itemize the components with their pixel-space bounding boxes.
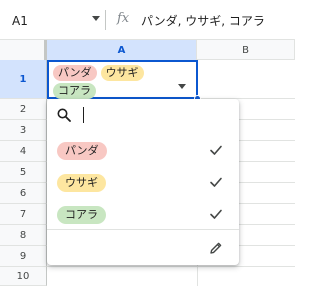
search-input[interactable] bbox=[81, 107, 221, 125]
chip-usagi: ウサギ bbox=[100, 65, 144, 81]
formula-input[interactable]: パンダ, ウサギ, コアラ bbox=[141, 12, 265, 29]
column-header-b[interactable]: B bbox=[197, 40, 295, 60]
option-chip-label: パンダ bbox=[57, 142, 107, 160]
formula-bar: A1 fx パンダ, ウサギ, コアラ bbox=[0, 0, 295, 40]
fx-icon: fx bbox=[117, 11, 130, 26]
row-header-2[interactable]: 2 bbox=[0, 99, 47, 120]
row-headers: 1 2 3 4 5 6 7 8 9 10 bbox=[0, 60, 47, 286]
select-all-corner[interactable] bbox=[0, 40, 47, 60]
cell-reference: A1 bbox=[12, 14, 28, 28]
row-header-4[interactable]: 4 bbox=[0, 141, 47, 162]
row-header-3[interactable]: 3 bbox=[0, 120, 47, 141]
cell-a1[interactable]: パンダ ウサギ コアラ bbox=[47, 60, 198, 99]
option-chip-label: コアラ bbox=[57, 206, 106, 224]
dropdown-search bbox=[47, 99, 239, 131]
option-panda[interactable]: パンダ bbox=[47, 134, 239, 166]
option-chip-label: ウサギ bbox=[57, 174, 106, 192]
check-icon bbox=[210, 177, 222, 187]
name-box[interactable]: A1 bbox=[12, 11, 100, 31]
check-icon bbox=[210, 145, 222, 155]
row-header-5[interactable]: 5 bbox=[0, 162, 47, 183]
dropdown-chevron-down-icon[interactable] bbox=[178, 84, 186, 89]
dropdown-divider bbox=[47, 229, 239, 230]
cell-chips: パンダ ウサギ コアラ bbox=[53, 65, 173, 99]
formula-bar-divider bbox=[105, 10, 106, 30]
column-headers: A B bbox=[0, 40, 295, 60]
row-header-10[interactable]: 10 bbox=[0, 267, 47, 286]
check-icon bbox=[210, 209, 222, 219]
chip-koala: コアラ bbox=[53, 83, 96, 99]
pencil-icon[interactable] bbox=[209, 241, 223, 255]
text-cursor bbox=[83, 107, 84, 123]
row-header-6[interactable]: 6 bbox=[0, 183, 47, 204]
search-icon bbox=[57, 108, 71, 122]
name-box-chevron-down-icon[interactable] bbox=[92, 16, 100, 21]
chip-panda: パンダ bbox=[53, 65, 97, 81]
row-header-9[interactable]: 9 bbox=[0, 246, 47, 267]
row-header-7[interactable]: 7 bbox=[0, 204, 47, 225]
grid-line bbox=[47, 266, 295, 267]
row-header-1[interactable]: 1 bbox=[0, 60, 47, 99]
option-usagi[interactable]: ウサギ bbox=[47, 166, 239, 198]
dropdown-menu: パンダ ウサギ コアラ bbox=[47, 99, 239, 265]
row-header-8[interactable]: 8 bbox=[0, 225, 47, 246]
option-koala[interactable]: コアラ bbox=[47, 198, 239, 230]
column-header-a[interactable]: A bbox=[47, 40, 197, 60]
